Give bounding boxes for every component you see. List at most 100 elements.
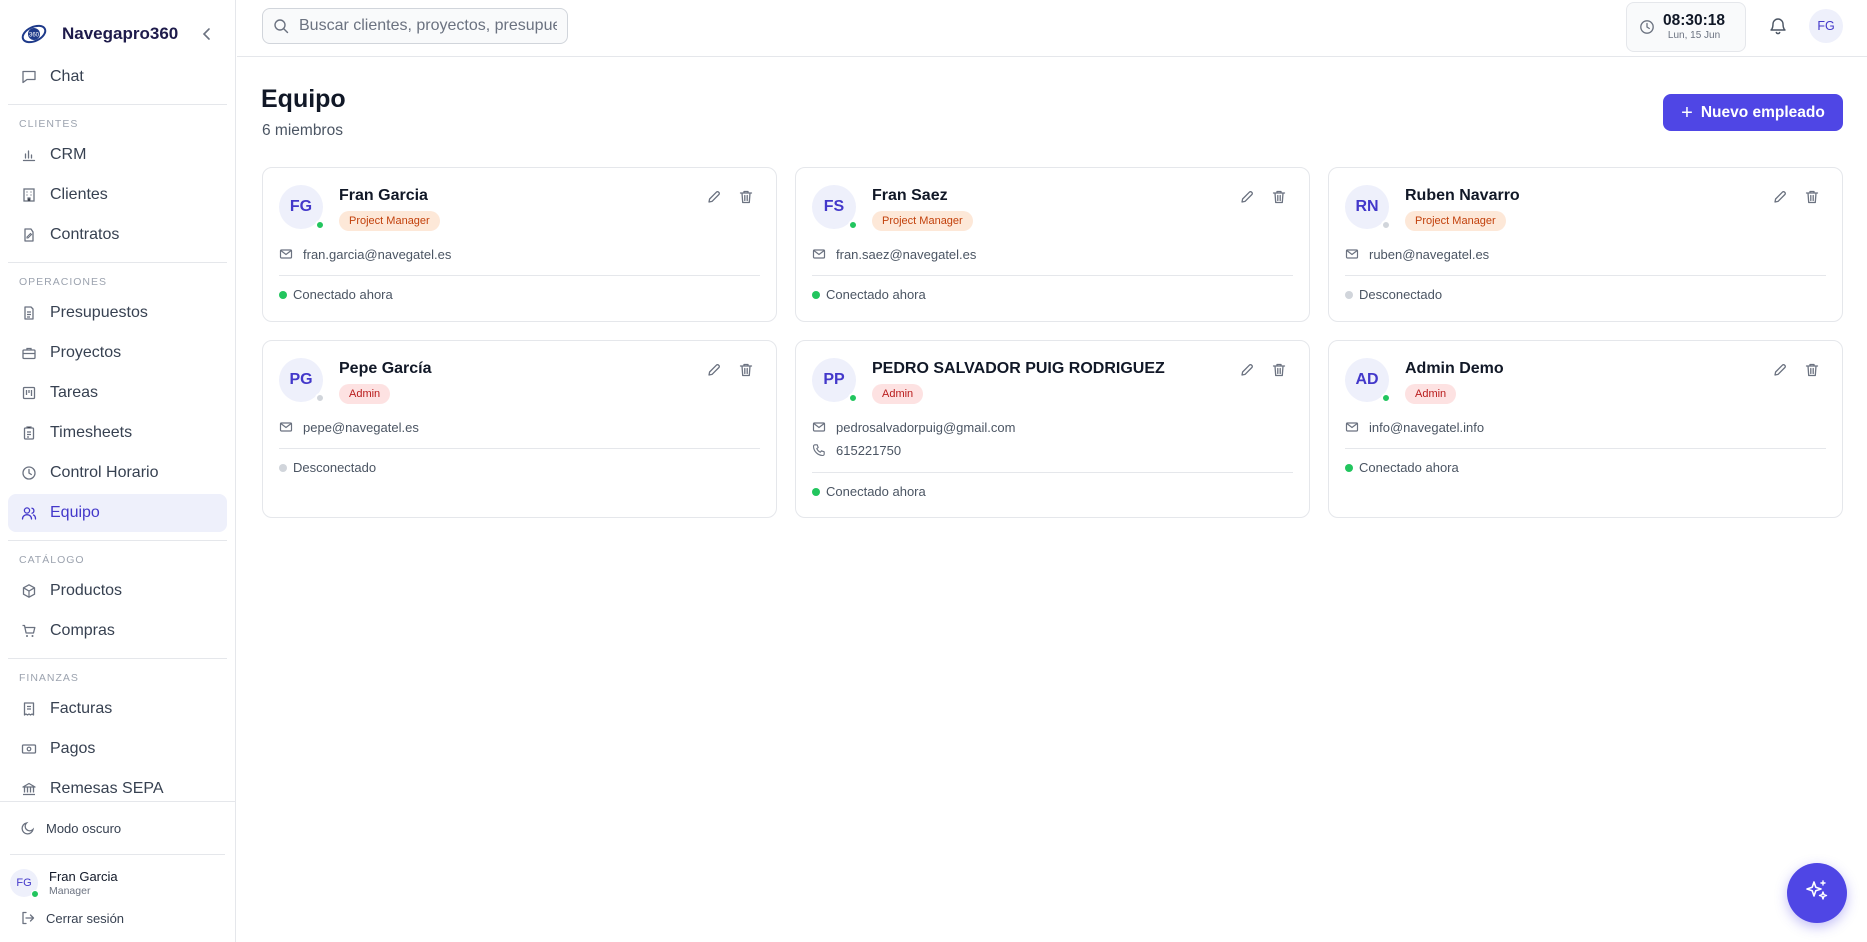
dark-mode-toggle[interactable]: Modo oscuro bbox=[0, 802, 235, 854]
presence-dot bbox=[848, 220, 858, 230]
navegapro-logo-icon: 360 bbox=[18, 18, 50, 50]
sidebar-item-remesas-sepa[interactable]: Remesas SEPA bbox=[8, 770, 227, 802]
sidebar-item-compras[interactable]: Compras bbox=[8, 612, 227, 650]
team-member-card[interactable]: PG Pepe García Admin pepe@navegatel.es Desco… bbox=[262, 340, 777, 518]
clock-icon bbox=[1639, 19, 1655, 35]
team-member-card[interactable]: FS Fran Saez Project Manager fran.saez@nave… bbox=[795, 167, 1310, 322]
new-employee-label: Nuevo empleado bbox=[1700, 103, 1825, 121]
svg-text:360: 360 bbox=[29, 33, 40, 39]
sidebar-item-label: Tareas bbox=[50, 384, 99, 401]
clock-date: Lun, 15 Jun bbox=[1667, 30, 1721, 41]
status-dot bbox=[1345, 463, 1353, 472]
role-badge: Admin bbox=[1405, 384, 1457, 404]
phone-row: 615221750 bbox=[812, 441, 901, 459]
delete-trash-icon[interactable] bbox=[1271, 362, 1287, 378]
status-dot bbox=[1345, 290, 1353, 299]
connection-status: Desconectado bbox=[279, 460, 376, 475]
new-employee-button[interactable]: + Nuevo empleado bbox=[1663, 94, 1843, 131]
sidebar-item-facturas[interactable]: Facturas bbox=[8, 690, 227, 728]
current-user[interactable]: FG Fran Garcia Manager bbox=[0, 855, 235, 903]
sparkles-icon bbox=[1804, 878, 1830, 909]
edit-pencil-icon[interactable] bbox=[1239, 189, 1255, 205]
avatar: RN bbox=[1345, 185, 1391, 230]
sidebar-item-label: Equipo bbox=[50, 504, 100, 521]
topbar: 08:30:18 Lun, 15 Jun FG bbox=[237, 0, 1867, 57]
presence-dot bbox=[315, 220, 325, 230]
email-row: fran.garcia@navegatel.es bbox=[279, 245, 451, 263]
sidebar-item-label: Clientes bbox=[50, 186, 108, 203]
logout-button[interactable]: Cerrar sesión bbox=[0, 903, 235, 933]
sidebar-item-control-horario[interactable]: Control Horario bbox=[8, 454, 227, 492]
member-name: PEDRO SALVADOR PUIG RODRIGUEZ bbox=[872, 360, 1165, 377]
avatar-initials: FS bbox=[823, 198, 845, 215]
sidebar-item-presupuestos[interactable]: Presupuestos bbox=[8, 294, 227, 332]
avatar: FG bbox=[279, 185, 325, 230]
edit-pencil-icon[interactable] bbox=[1772, 362, 1788, 378]
search-box[interactable] bbox=[262, 8, 568, 44]
edit-pencil-icon[interactable] bbox=[1772, 189, 1788, 205]
avatar: FS bbox=[812, 185, 858, 230]
avatar-initials: RN bbox=[1355, 198, 1379, 215]
sidebar-item-equipo[interactable]: Equipo bbox=[8, 494, 227, 532]
user-name: Fran Garcia bbox=[49, 869, 118, 884]
building-icon bbox=[20, 186, 38, 204]
bar-chart-icon bbox=[20, 146, 38, 164]
clock-widget[interactable]: 08:30:18 Lun, 15 Jun bbox=[1626, 2, 1746, 52]
avatar: FG bbox=[10, 869, 39, 898]
member-email: fran.garcia@navegatel.es bbox=[303, 246, 452, 262]
edit-pencil-icon[interactable] bbox=[1239, 362, 1255, 378]
sidebar-item-label: Facturas bbox=[50, 700, 113, 717]
edit-pencil-icon[interactable] bbox=[706, 189, 722, 205]
edit-pencil-icon[interactable] bbox=[706, 362, 722, 378]
team-member-card[interactable]: PP PEDRO SALVADOR PUIG RODRIGUEZ Admin pedr… bbox=[795, 340, 1310, 518]
avatar-initials: FG bbox=[16, 877, 32, 889]
sidebar-item-label: Timesheets bbox=[50, 424, 133, 441]
presence-dot bbox=[848, 393, 858, 403]
logout-icon bbox=[20, 910, 36, 926]
delete-trash-icon[interactable] bbox=[1804, 362, 1820, 378]
status-dot bbox=[812, 487, 820, 496]
delete-trash-icon[interactable] bbox=[738, 362, 754, 378]
notifications-bell-icon[interactable] bbox=[1767, 15, 1789, 37]
sidebar-item-label: Control Horario bbox=[50, 464, 159, 481]
main-content: Equipo 6 miembros + Nuevo empleado FG Fra… bbox=[237, 57, 1867, 942]
delete-trash-icon[interactable] bbox=[1271, 189, 1287, 205]
search-input[interactable] bbox=[299, 17, 557, 35]
presence-dot bbox=[1381, 220, 1391, 230]
sidebar-item-timesheets[interactable]: Timesheets bbox=[8, 414, 227, 452]
sidebar-item-label: Pagos bbox=[50, 740, 96, 757]
sidebar-item-label: Presupuestos bbox=[50, 304, 148, 321]
sidebar: 360 Navegapro360 Chat CLIENTES CRM Cliente… bbox=[0, 0, 236, 942]
team-member-card[interactable]: AD Admin Demo Admin info@navegatel.info Cone… bbox=[1328, 340, 1843, 518]
avatar: PP bbox=[812, 358, 858, 403]
delete-trash-icon[interactable] bbox=[738, 189, 754, 205]
sidebar-item-pagos[interactable]: Pagos bbox=[8, 730, 227, 768]
sidebar-item-tareas[interactable]: Tareas bbox=[8, 374, 227, 412]
delete-trash-icon[interactable] bbox=[1804, 189, 1820, 205]
avatar: PG bbox=[279, 358, 325, 403]
online-status-dot bbox=[31, 890, 39, 898]
avatar-initials: PP bbox=[823, 371, 845, 388]
sidebar-item-contratos[interactable]: Contratos bbox=[8, 216, 227, 254]
ai-assistant-button[interactable] bbox=[1787, 863, 1847, 923]
sidebar-item-clientes[interactable]: Clientes bbox=[8, 176, 227, 214]
email-row: fran.saez@navegatel.es bbox=[812, 245, 976, 263]
collapse-sidebar-icon[interactable] bbox=[197, 24, 217, 44]
sidebar-footer: Modo oscuro FG Fran Garcia Manager Cerra… bbox=[0, 801, 235, 942]
clipboard-icon bbox=[20, 424, 38, 442]
sidebar-item-productos[interactable]: Productos bbox=[8, 572, 227, 610]
sidebar-item-chat[interactable]: Chat bbox=[8, 62, 227, 96]
user-avatar-button[interactable]: FG bbox=[1809, 9, 1843, 43]
member-email: pepe@navegatel.es bbox=[303, 419, 419, 435]
team-member-card[interactable]: RN Ruben Navarro Project Manager ruben@nave… bbox=[1328, 167, 1843, 322]
banknote-icon bbox=[20, 740, 38, 758]
team-member-card[interactable]: FG Fran Garcia Project Manager fran.garcia@… bbox=[262, 167, 777, 322]
sidebar-item-crm[interactable]: CRM bbox=[8, 136, 227, 174]
page-title: Equipo bbox=[261, 85, 346, 113]
member-name: Fran Garcia bbox=[339, 187, 428, 204]
email-row: pepe@navegatel.es bbox=[279, 418, 419, 436]
sidebar-item-proyectos[interactable]: Proyectos bbox=[8, 334, 227, 372]
landmark-icon bbox=[20, 780, 38, 798]
member-count: 6 miembros bbox=[262, 122, 343, 139]
role-badge: Project Manager bbox=[339, 211, 440, 231]
